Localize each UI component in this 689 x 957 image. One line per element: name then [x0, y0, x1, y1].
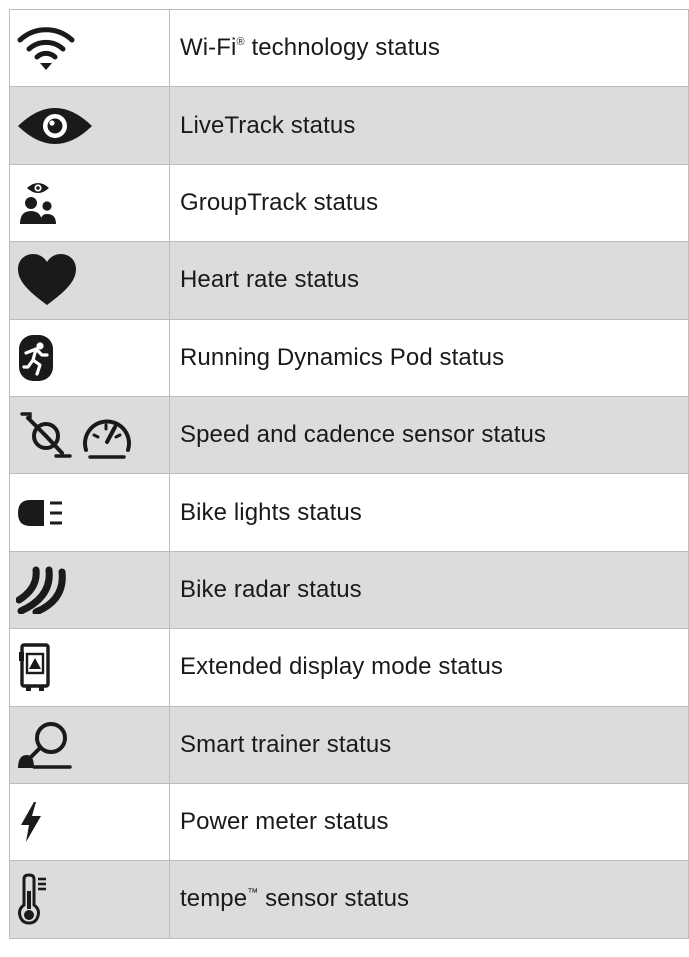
table-row: Heart rate status	[9, 241, 689, 320]
row-label: Extended display mode status	[169, 628, 689, 707]
row-label: GroupTrack status	[169, 163, 689, 243]
trademark-mark: ®	[236, 36, 245, 49]
group-track-icon	[16, 179, 60, 227]
row-label: Speed and cadence sensor status	[169, 395, 689, 475]
table-row: Running Dynamics Pod status	[9, 318, 689, 397]
row-label-suffix: technology status	[244, 34, 440, 62]
table-row: Bike radar status	[9, 550, 689, 630]
row-label: Bike radar status	[169, 550, 689, 630]
heart-icon	[16, 253, 78, 307]
row-label: Wi-Fi	[180, 34, 237, 62]
trademark-mark: ™	[247, 887, 259, 900]
row-label: Running Dynamics Pod status	[169, 318, 689, 397]
bike-light-icon	[16, 497, 66, 529]
table-row: tempe™ sensor status	[9, 860, 689, 939]
table-row: LiveTrack status	[9, 86, 689, 165]
status-icon-table: Wi-Fi® technology status LiveTrack statu…	[9, 8, 689, 939]
row-label: Power meter status	[169, 782, 689, 862]
row-label: Bike lights status	[169, 473, 689, 552]
extended-display-icon	[16, 642, 52, 692]
row-label: tempe	[180, 885, 248, 913]
smart-trainer-icon	[16, 720, 72, 770]
table-row: GroupTrack status	[9, 163, 689, 243]
table-row: Smart trainer status	[9, 705, 689, 784]
table-row: Power meter status	[9, 782, 689, 862]
running-pod-icon	[16, 333, 56, 383]
speed-cadence-icon	[16, 409, 136, 461]
thermometer-icon	[16, 873, 52, 925]
row-label: Heart rate status	[169, 241, 689, 320]
row-label-suffix: sensor status	[258, 885, 410, 913]
power-meter-icon	[16, 800, 46, 844]
row-label: LiveTrack status	[169, 86, 689, 165]
table-row: Extended display mode status	[9, 628, 689, 707]
table-row: Speed and cadence sensor status	[9, 395, 689, 475]
row-label: Smart trainer status	[169, 705, 689, 784]
table-row: Bike lights status	[9, 473, 689, 552]
radar-icon	[16, 566, 72, 614]
table-row: Wi-Fi® technology status	[9, 8, 689, 88]
eye-icon	[16, 106, 94, 146]
wifi-icon	[16, 23, 76, 73]
